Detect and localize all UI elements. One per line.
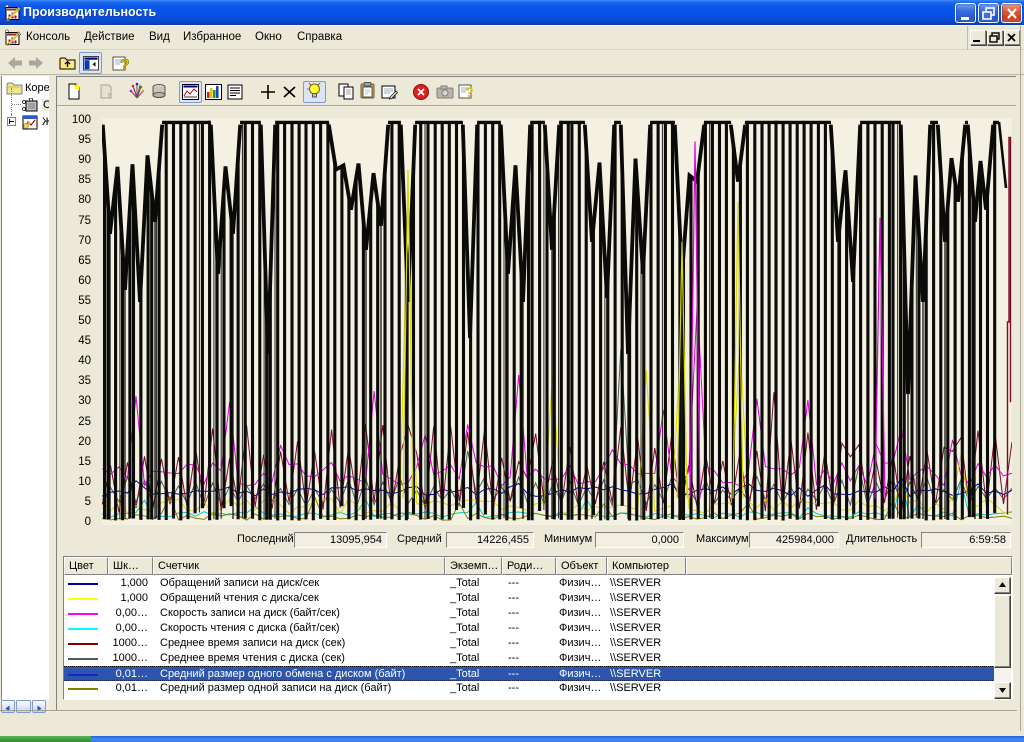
svg-text:?: ? [120, 57, 130, 73]
svg-text:?: ? [465, 84, 474, 100]
